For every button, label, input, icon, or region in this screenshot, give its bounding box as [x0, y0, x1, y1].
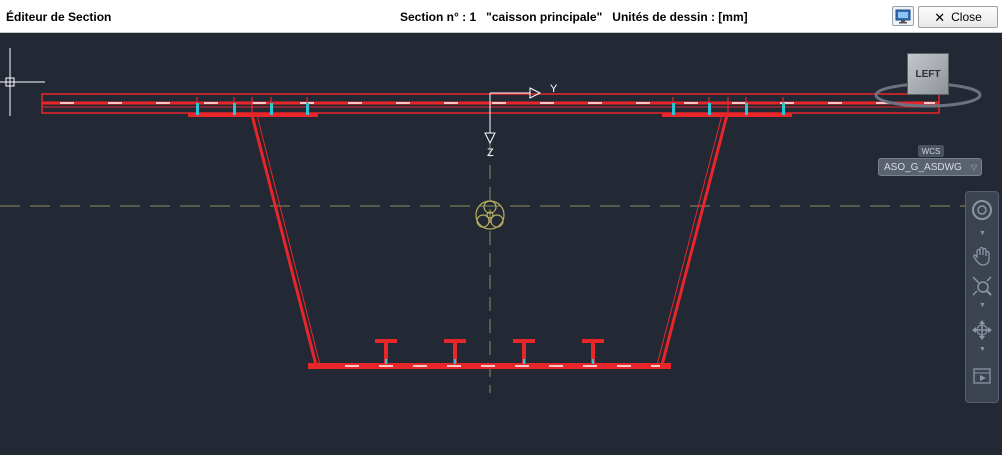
right-web: [656, 114, 729, 366]
title-bar: Éditeur de Section Section n° : 1 "caiss…: [0, 0, 1002, 33]
orbit-chevron-icon[interactable]: ▼: [979, 346, 986, 353]
ucs-axes: [484, 87, 542, 145]
viewcube-face-label: LEFT: [915, 68, 941, 80]
close-icon: ✕: [934, 9, 946, 25]
section-number: Section n° : 1: [400, 10, 477, 24]
window-title: Éditeur de Section: [6, 10, 112, 24]
navigation-bar: ▼ ▼ ▼: [965, 191, 999, 403]
monitor-icon: [895, 9, 911, 24]
orbit-icon[interactable]: [970, 318, 994, 342]
drawing-viewport[interactable]: Y Z LEFT WCS ASO_G_ASDWG ▽ ▼ ▼ ▼: [0, 33, 1002, 455]
steering-wheel-chevron-icon[interactable]: ▼: [979, 230, 986, 237]
bottom-flange: [308, 363, 671, 369]
wcs-badge: WCS: [918, 145, 944, 157]
pan-hand-icon[interactable]: [970, 244, 994, 268]
chevron-down-icon: ▽: [970, 162, 977, 172]
axis-z-label: Z: [487, 147, 494, 159]
section-name: "caisson principale": [486, 10, 603, 24]
zoom-chevron-icon[interactable]: ▼: [979, 302, 986, 309]
wcs-text: WCS: [921, 146, 941, 156]
close-label: Close: [951, 10, 982, 24]
crosshair-cursor: [0, 48, 45, 116]
axis-y-label: Y: [550, 83, 558, 95]
units-label: Unités de dessin : [mm]: [612, 10, 748, 24]
steering-wheel-icon[interactable]: [970, 198, 994, 222]
left-web: [250, 114, 321, 366]
zoom-extents-icon[interactable]: [970, 274, 994, 298]
section-info: Section n° : 1 "caisson principale" Unit…: [400, 10, 748, 24]
ucs-name: ASO_G_ASDWG: [884, 161, 962, 173]
section-drawing: Y Z: [0, 48, 982, 393]
close-button[interactable]: ✕ Close: [918, 6, 998, 28]
display-toggle-button[interactable]: [892, 6, 914, 26]
ucs-dropdown[interactable]: ASO_G_ASDWG ▽: [878, 158, 982, 176]
viewcube[interactable]: LEFT: [907, 53, 949, 95]
showmotion-icon[interactable]: [970, 364, 994, 388]
